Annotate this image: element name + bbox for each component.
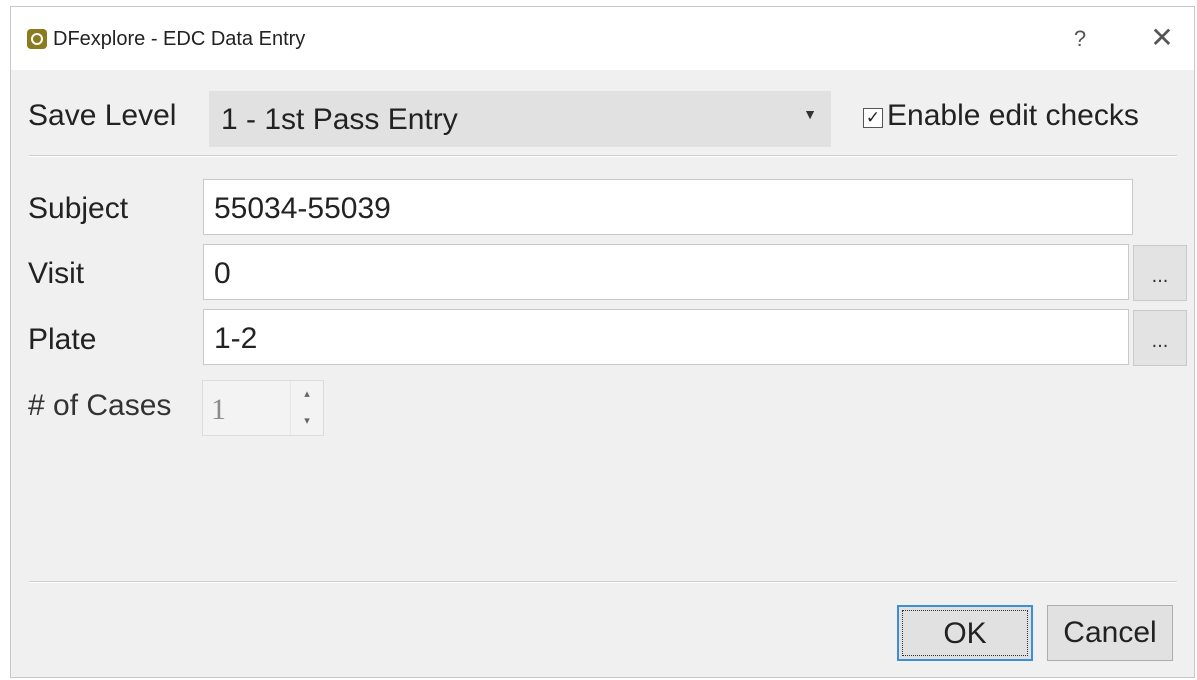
title-bar: DFexplore - EDC Data Entry ? ✕ [11,7,1194,70]
cases-value: 1 [211,393,226,426]
plate-browse-button[interactable]: ... [1133,310,1187,366]
save-level-selected: 1 - 1st Pass Entry [221,103,458,136]
dfexplore-app-icon [27,29,47,49]
spin-up-icon[interactable]: ▴ [291,381,323,408]
save-level-dropdown[interactable]: 1 - 1st Pass Entry ▼ [209,91,831,147]
subject-input[interactable]: 55034-55039 [203,179,1133,235]
top-divider [29,155,1177,157]
subject-label: Subject [28,192,129,225]
bottom-divider [29,581,1177,583]
cases-spinbox[interactable]: 1 ▴ ▾ [202,380,324,436]
window-title: DFexplore - EDC Data Entry [53,28,306,50]
spin-down-icon[interactable]: ▾ [291,408,323,435]
visit-label: Visit [28,257,85,290]
visit-value: 0 [214,257,231,290]
cases-label: # of Cases [28,389,172,422]
enable-edit-checks-checkbox[interactable]: ✓ [863,108,883,128]
visit-input[interactable]: 0 [203,244,1129,300]
plate-label: Plate [28,323,97,356]
close-icon[interactable]: ✕ [1145,21,1179,55]
save-level-label: Save Level [28,99,177,132]
plate-value: 1-2 [214,322,258,355]
edc-data-entry-dialog: DFexplore - EDC Data Entry ? ✕ Save Leve… [10,6,1195,678]
help-icon[interactable]: ? [1065,24,1095,54]
cases-stepper[interactable]: ▴ ▾ [290,381,323,435]
chevron-down-icon: ▼ [803,106,817,122]
cancel-button[interactable]: Cancel [1047,605,1173,661]
ok-button[interactable]: OK [897,605,1033,661]
visit-browse-button[interactable]: ... [1133,245,1187,301]
subject-value: 55034-55039 [214,192,391,225]
plate-input[interactable]: 1-2 [203,309,1129,365]
enable-edit-checks-label[interactable]: Enable edit checks [887,99,1139,133]
